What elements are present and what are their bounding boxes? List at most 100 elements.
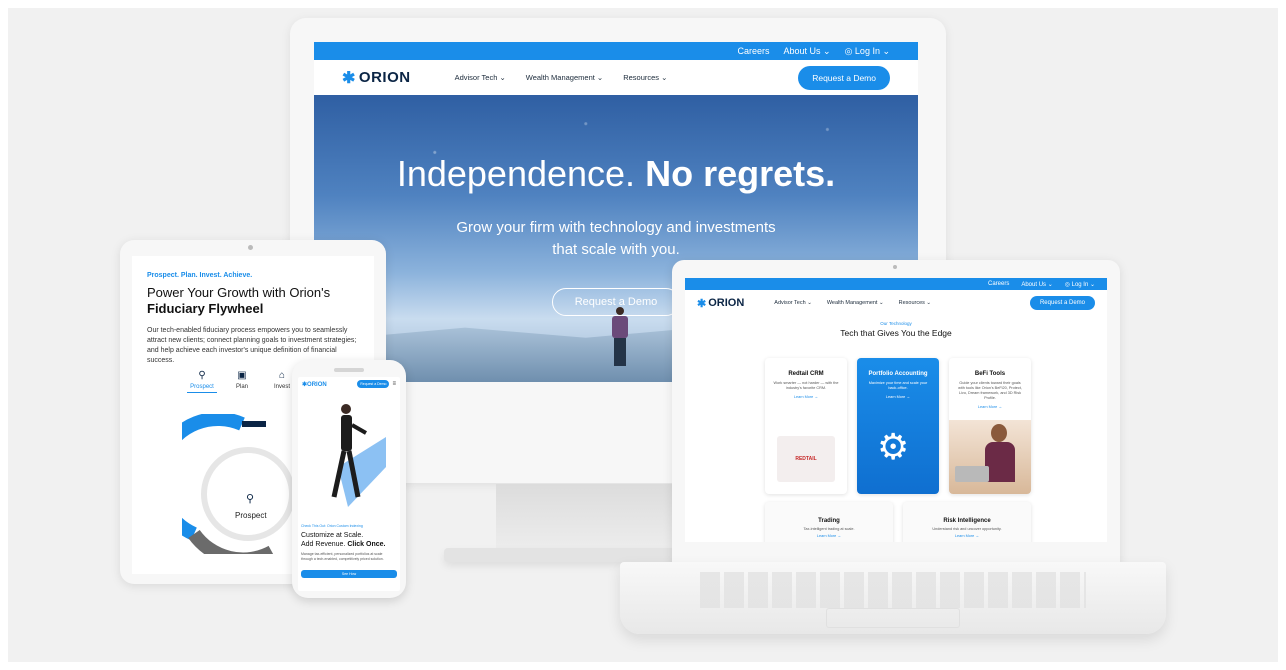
desktop-utility-bar: Careers About Us ⌄ ◎ Log In ⌄ <box>314 42 918 60</box>
phone-speaker <box>334 368 364 372</box>
keyboard <box>700 572 1086 608</box>
hero-title-bold: No regrets. <box>645 153 836 194</box>
tab-plan[interactable]: ▣ Plan <box>227 370 257 393</box>
laptop-nav-advisor-tech[interactable]: Advisor Tech ⌄ <box>774 300 812 306</box>
hero-subtitle-line-2: that scale with you. <box>552 241 680 258</box>
device-mockup-scene: Careers About Us ⌄ ◎ Log In ⌄ ✱ ORION Ad… <box>8 8 1278 662</box>
tab-label: Plan <box>235 384 248 390</box>
orion-star-icon: ✱ <box>697 297 707 310</box>
laptop-navbar: ✱ ORION Advisor Tech ⌄ Wealth Management… <box>685 290 1107 316</box>
walking-man-illustration <box>331 404 386 507</box>
woman-with-laptop-photo <box>949 420 1031 494</box>
phone-request-demo-button[interactable]: Request a Demo <box>357 380 390 388</box>
laptop-request-demo-button[interactable]: Request a Demo <box>1029 296 1095 310</box>
about-us-link[interactable]: About Us ⌄ <box>784 46 831 57</box>
flywheel-tabs: ⚲ Prospect ▣ Plan ⌂ Invest <box>187 370 297 393</box>
learn-more-link[interactable]: Learn More → <box>857 395 939 399</box>
card-title: BeFi Tools <box>974 371 1006 377</box>
laptop-log-in-link[interactable]: ◎ Log In ⌄ <box>1065 281 1095 288</box>
tablet-title-line-1: Power Your Growth with Orion's <box>147 285 331 300</box>
monitor-stand <box>496 484 686 554</box>
card-title: Risk Intelligence <box>943 518 991 524</box>
section-kicker: Our Technology <box>880 321 912 326</box>
flywheel-ring-graphic <box>182 414 295 554</box>
phone-title-line-2: Add Revenue. Click Once. <box>301 540 385 549</box>
portfolio-accounting-card[interactable]: Portfolio Accounting Maximize your time … <box>857 358 939 494</box>
laptop-about-us-link[interactable]: About Us ⌄ <box>1021 281 1052 288</box>
laptop-nav-links: Advisor Tech ⌄ Wealth Management ⌄ Resou… <box>774 300 931 306</box>
tablet-title: Power Your Growth with Orion's Fiduciary… <box>147 285 330 317</box>
orion-star-icon: ✱ <box>342 69 356 87</box>
hamburger-menu-icon[interactable]: ≡ <box>392 381 396 387</box>
tablet-kicker: Prospect. Plan. Invest. Achieve. <box>147 272 253 279</box>
phone-title-line-1: Customize at Scale. <box>301 532 364 539</box>
phone-logo-text: ORION <box>307 381 327 388</box>
phone-orion-logo[interactable]: ✱ORION <box>302 381 327 388</box>
desktop-navbar: ✱ ORION Advisor Tech ⌄ Wealth Management… <box>314 60 918 95</box>
learn-more-link[interactable]: Learn More → <box>765 534 893 538</box>
request-demo-button[interactable]: Request a Demo <box>798 65 890 90</box>
learn-more-link[interactable]: Learn More → <box>949 405 1031 409</box>
phone-title-line-2b: Click Once. <box>347 541 386 548</box>
redtail-crm-card[interactable]: Redtail CRM Work smarter — not harder — … <box>765 358 847 494</box>
phone-screen: ✱ORION Request a Demo ≡ Check This Out: … <box>298 377 400 591</box>
invest-house-icon: ⌂ <box>278 370 286 381</box>
tab-label: Invest <box>273 384 290 390</box>
nav-advisor-tech[interactable]: Advisor Tech ⌄ <box>455 73 506 82</box>
nav-resources[interactable]: Resources ⌄ <box>623 73 667 82</box>
card-body: Work smarter — not harder — with the ind… <box>773 381 839 390</box>
hero-subtitle: Grow your firm with technology and inves… <box>314 217 918 261</box>
ring-center-label: Prospect <box>235 511 267 520</box>
laptop-orion-logo[interactable]: ✱ ORION <box>697 297 744 310</box>
tablet-camera <box>248 245 253 250</box>
card-body: Guide your clients toward their goals wi… <box>958 381 1022 400</box>
phone-body: Manage tax-efficient, personalized portf… <box>301 552 384 561</box>
laptop-camera <box>893 265 897 269</box>
laptop-nav-resources[interactable]: Resources ⌄ <box>899 300 931 306</box>
orion-logo[interactable]: ✱ ORION <box>342 68 411 88</box>
hero-request-demo-button[interactable]: Request a Demo <box>552 288 680 316</box>
laptop-utility-bar: Careers About Us ⌄ ◎ Log In ⌄ <box>685 278 1107 290</box>
logo-text: ORION <box>358 69 411 86</box>
card-body: Understand risk and uncover opportunity. <box>932 527 1002 531</box>
trading-card[interactable]: Trading Tax-intelligent trading at scale… <box>765 502 893 542</box>
card-title: Redtail CRM <box>788 371 824 377</box>
phone: ✱ORION Request a Demo ≡ Check This Out: … <box>292 360 406 598</box>
befi-tools-card[interactable]: BeFi Tools Guide your clients toward the… <box>949 358 1031 494</box>
phone-title: Customize at Scale. Add Revenue. Click O… <box>301 531 385 549</box>
log-in-link[interactable]: ◎ Log In ⌄ <box>845 46 890 57</box>
tablet-title-line-2: Fiduciary Flywheel <box>147 301 264 316</box>
prospect-search-icon: ⚲ <box>198 370 206 381</box>
risk-intelligence-card[interactable]: Risk Intelligence Understand risk and un… <box>903 502 1031 542</box>
desktop-nav-links: Advisor Tech ⌄ Wealth Management ⌄ Resou… <box>455 73 668 82</box>
nav-wealth-management[interactable]: Wealth Management ⌄ <box>526 73 603 82</box>
redtail-badge: REDTAIL <box>795 456 817 462</box>
laptop-nav-wealth-management[interactable]: Wealth Management ⌄ <box>827 300 884 306</box>
learn-more-link[interactable]: Learn More → <box>903 534 1031 538</box>
phone-navbar: ✱ORION Request a Demo ≡ <box>298 377 400 391</box>
laptop-careers-link[interactable]: Careers <box>988 281 1009 287</box>
redtail-logo-image: REDTAIL <box>777 436 835 482</box>
phone-title-line-2a: Add Revenue. <box>301 541 346 548</box>
hero-subtitle-line-1: Grow your firm with technology and inves… <box>456 219 776 236</box>
person-figure-illustration <box>610 307 630 369</box>
laptop-logo-text: ORION <box>708 297 745 309</box>
touchpad <box>826 608 960 628</box>
laptop: Careers About Us ⌄ ◎ Log In ⌄ ✱ ORION Ad… <box>672 260 1120 568</box>
tab-prospect[interactable]: ⚲ Prospect <box>187 370 217 393</box>
phone-kicker[interactable]: Check This Out: Orion Custom Indexing <box>301 524 363 528</box>
gear-dollar-icon: ⚙ <box>877 426 910 467</box>
plan-board-icon: ▣ <box>237 370 247 381</box>
laptop-screen: Careers About Us ⌄ ◎ Log In ⌄ ✱ ORION Ad… <box>685 278 1107 542</box>
card-body: Maximize your time and scale your back-o… <box>868 381 928 390</box>
prospect-person-search-icon: ⚲ <box>246 493 255 505</box>
see-how-button[interactable]: See How <box>301 570 397 578</box>
tab-label: Prospect <box>190 384 214 390</box>
card-title: Portfolio Accounting <box>868 371 928 377</box>
learn-more-link[interactable]: Learn More → <box>765 395 847 399</box>
hero-title: Independence. No regrets. <box>314 153 918 195</box>
card-body: Tax-intelligent trading at scale. <box>803 527 855 531</box>
card-title: Trading <box>818 518 840 524</box>
laptop-keyboard-base <box>620 562 1166 634</box>
careers-link[interactable]: Careers <box>738 46 770 56</box>
